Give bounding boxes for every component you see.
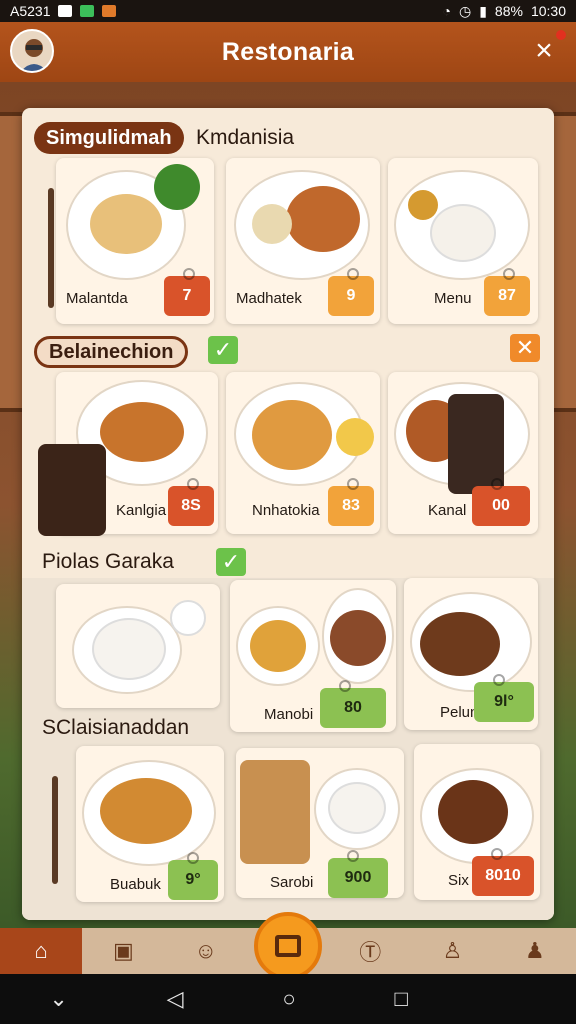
fried-fish-image [252, 400, 332, 470]
price-tag: 00 [472, 478, 530, 526]
chicken-dish-image [286, 186, 360, 252]
section-label-4: SClaisianaddan [42, 716, 190, 739]
app-title: Restonaria [221, 37, 355, 66]
orders-icon [275, 935, 301, 957]
close-badge-dot [556, 30, 566, 40]
nav-timer-icon[interactable]: Ⓣ [329, 928, 411, 974]
grilled-meat-image [438, 780, 508, 844]
knife-icon [48, 188, 54, 308]
system-nav-bar: ⌄ ◁ ○ □ [0, 974, 576, 1024]
avatar[interactable] [10, 29, 54, 73]
price-tag: 87 [484, 268, 530, 316]
check-icon[interactable]: ✓ [208, 336, 238, 364]
rice-bowl-image [328, 782, 386, 834]
egg-side-image [154, 164, 200, 210]
section-pill-2[interactable]: Belainechion [34, 336, 189, 368]
dish-name: Kanlgia [116, 502, 167, 519]
status-bar: A5231 ◔ ◷ ▮ 88% 10:30 [0, 0, 576, 22]
signal-icon: ▮ [479, 2, 487, 19]
dish-name: Buabuk [110, 876, 161, 893]
chat-notification-icon [80, 5, 95, 17]
app-header: Restonaria × [0, 22, 576, 82]
beans-image [408, 190, 438, 220]
price-tag: 900 [328, 850, 388, 898]
nav-bell-icon[interactable]: ♙ [411, 928, 493, 974]
home-circle-icon[interactable]: ○ [282, 986, 295, 1012]
status-time-right: 10:30 [530, 3, 566, 19]
price-tag: 8S [168, 478, 214, 526]
center-orders-button[interactable] [254, 912, 322, 980]
price-tag: 7 [164, 268, 210, 316]
sauce-image [336, 418, 374, 456]
menu-card[interactable]: Pelun 9l° [404, 578, 538, 730]
dish-name: Sarobi [270, 874, 314, 891]
fried-chicken-image [100, 402, 184, 462]
dish-name: Manobi [264, 706, 314, 723]
menu-card[interactable]: Madhatek 9 [226, 158, 380, 324]
dish-name: Pelun [440, 704, 479, 721]
check-icon[interactable]: ✓ [216, 548, 246, 576]
app-notification-icon [102, 5, 117, 17]
x-icon[interactable]: ✕ [510, 334, 540, 362]
menu-card[interactable]: Malantda 7 [56, 158, 214, 324]
price-tag: 9° [168, 852, 218, 900]
section-pill-1[interactable]: Simgulidmah [34, 122, 184, 154]
fork-icon [52, 776, 58, 884]
price-tag: 9l° [474, 674, 534, 722]
price-tag: 8010 [472, 848, 534, 896]
steak-dish-image [420, 612, 500, 676]
chicken-salad-image [100, 778, 192, 844]
menu-card[interactable]: Manobi 80 [230, 580, 396, 732]
collapse-icon[interactable]: ⌄ [49, 986, 67, 1012]
menu-card[interactable]: Nnhatokia 83 [226, 372, 380, 534]
meat-dish-image [330, 610, 386, 666]
cup-image [170, 600, 206, 636]
price-tag: 83 [328, 478, 374, 526]
menu-panel: Simgulidmah Kmdanisia Malantda 7 Madhate… [22, 108, 554, 920]
nav-profile-icon[interactable]: ☺ [165, 928, 247, 974]
section-side-text: Kmdanisia [196, 126, 295, 149]
dish-name: Six [448, 872, 469, 889]
recents-icon[interactable]: □ [394, 986, 407, 1012]
status-time-left: A5231 [10, 3, 51, 19]
alarm-icon: ◷ [458, 2, 472, 19]
wifi-icon: ◔ [442, 3, 451, 19]
notification-icon [58, 5, 73, 17]
waiter-mascot-image [38, 444, 106, 536]
nav-chat-icon[interactable]: ▣ [82, 928, 164, 974]
dish-name: Madhatek [236, 290, 302, 307]
price-tag: 80 [320, 680, 386, 728]
menu-card[interactable]: Menu 87 [388, 158, 538, 324]
noodle-dish-image [90, 194, 162, 254]
tempeh-dish-image [240, 760, 310, 864]
menu-card[interactable]: Kanal 00 [388, 372, 538, 534]
dish-name: Kanal [428, 502, 467, 519]
close-button[interactable]: × [528, 36, 560, 68]
nav-home-icon[interactable]: ⌂ [0, 928, 83, 974]
vegetable-dish-image [250, 620, 306, 672]
dish-name: Nnhatokia [252, 502, 320, 519]
menu-card[interactable]: Buabuk 9° [76, 746, 224, 902]
menu-card[interactable]: Six 8010 [414, 744, 540, 900]
back-icon[interactable]: ◁ [167, 986, 184, 1012]
side-dish-image [252, 204, 292, 244]
menu-card[interactable] [56, 584, 220, 708]
section-label-3: Piolas Garaka [42, 550, 174, 573]
dish-name: Malantda [66, 290, 128, 307]
dish-name: Menu [434, 290, 472, 307]
battery-label: 88% [494, 3, 523, 19]
rice-image [92, 618, 166, 680]
rice-dish-image [430, 204, 496, 262]
nav-user-icon[interactable]: ♟ [494, 928, 576, 974]
price-tag: 9 [328, 268, 374, 316]
menu-card[interactable]: Sarobi 900 [236, 748, 404, 898]
